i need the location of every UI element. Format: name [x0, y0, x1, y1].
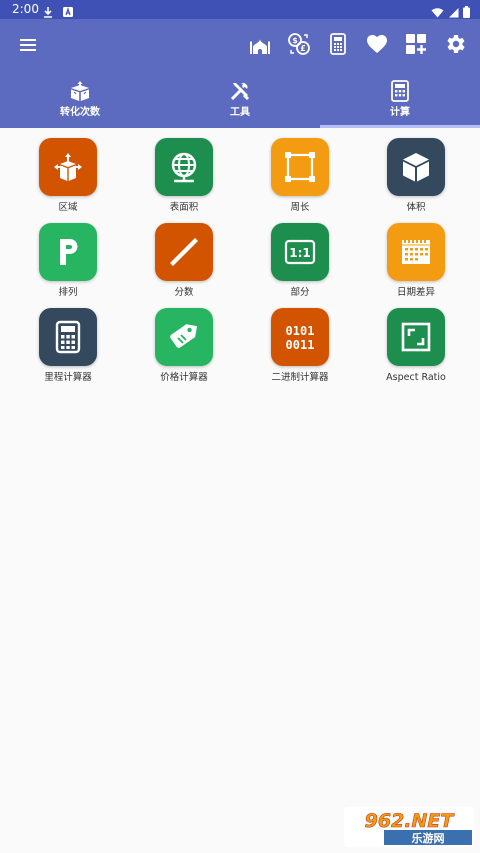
settings-button[interactable]: [442, 31, 468, 57]
tile-label: Aspect Ratio: [386, 372, 446, 383]
favorites-button[interactable]: [364, 31, 390, 57]
calendar-icon: [387, 223, 445, 281]
binary-icon: 0101 0011: [271, 308, 329, 366]
tools-icon: [228, 79, 252, 103]
tile-volume[interactable]: 体积: [358, 138, 474, 223]
watermark-logo: 962.NET 乐游网: [344, 807, 474, 847]
settings-icon: [447, 35, 465, 53]
tile-label: 分数: [174, 287, 194, 298]
menu-icon: [20, 39, 36, 51]
conversion-icon: [68, 79, 92, 103]
svg-text:£: £: [300, 44, 306, 53]
status-bar: 2:00: [0, 0, 480, 19]
tile-surface-area[interactable]: 表面积: [126, 138, 242, 223]
tile-aspect-ratio[interactable]: Aspect Ratio: [358, 308, 474, 393]
currency-button[interactable]: $ £: [286, 31, 312, 57]
aspect-ratio-icon: [387, 308, 445, 366]
tile-binary-calculator[interactable]: 0101 0011 二进制计算器: [242, 308, 358, 393]
app-bar: $ £: [0, 19, 480, 71]
watermark-text-bottom: 乐游网: [412, 831, 445, 845]
mosque-icon: [250, 39, 270, 54]
menu-button[interactable]: [14, 31, 42, 59]
currency-exchange-icon: $ £: [288, 33, 310, 55]
tab-tools[interactable]: 工具: [160, 71, 320, 128]
svg-text:1:1: 1:1: [289, 246, 311, 260]
price-tag-icon: [155, 308, 213, 366]
tile-label: 里程计算器: [44, 372, 92, 383]
tile-date-difference[interactable]: 日期差异: [358, 223, 474, 308]
tab-conversions[interactable]: 转化次数: [0, 71, 160, 128]
svg-text:$: $: [292, 36, 298, 45]
tab-bar: 转化次数 工具 计算: [0, 71, 480, 128]
tile-permutation[interactable]: 排列: [10, 223, 126, 308]
tab-label: 转化次数: [60, 107, 100, 118]
tab-label: 计算: [390, 107, 410, 118]
calculator-icon: [388, 79, 412, 103]
tile-perimeter[interactable]: 周长: [242, 138, 358, 223]
slash-icon: [155, 223, 213, 281]
tile-area[interactable]: 区域: [10, 138, 126, 223]
tile-label: 日期差异: [396, 287, 435, 298]
add-widget-button[interactable]: [403, 31, 429, 57]
tile-mileage-calculator[interactable]: 里程计算器: [10, 308, 126, 393]
tile-label: 周长: [290, 202, 310, 213]
tile-label: 价格计算器: [160, 372, 208, 383]
p-letter-icon: [39, 223, 97, 281]
tile-label: 体积: [406, 202, 426, 213]
active-tab-indicator: [320, 125, 480, 128]
tile-price-calculator[interactable]: 价格计算器: [126, 308, 242, 393]
svg-text:0011: 0011: [286, 338, 315, 352]
tab-label: 工具: [230, 107, 250, 118]
mosque-button[interactable]: [247, 31, 273, 57]
status-time: 2:00: [12, 2, 39, 16]
ratio-icon: 1:1: [271, 223, 329, 281]
calculator-icon: [330, 33, 346, 55]
tile-label: 排列: [58, 287, 78, 298]
tile-label: 表面积: [169, 202, 199, 213]
tab-calculate[interactable]: 计算: [320, 71, 480, 128]
tile-label: 区域: [58, 202, 78, 213]
area-icon: [39, 138, 97, 196]
add-widget-icon: [406, 34, 426, 54]
tile-label: 二进制计算器: [271, 372, 329, 383]
svg-text:0101: 0101: [286, 324, 315, 338]
cube-icon: [387, 138, 445, 196]
globe-icon: [155, 138, 213, 196]
tile-fraction[interactable]: 分数: [126, 223, 242, 308]
calculator-grid: 区域 表面积 周长 体积 排列 分数 1:1 部分 日期差异 里程计算器 价格计…: [0, 138, 480, 393]
heart-icon: [367, 35, 387, 53]
calculator-button[interactable]: [325, 31, 351, 57]
calculator-icon: [39, 308, 97, 366]
tile-ratio[interactable]: 1:1 部分: [242, 223, 358, 308]
watermark-text-top: 962.NET: [365, 810, 456, 832]
perimeter-icon: [271, 138, 329, 196]
tile-label: 部分: [290, 287, 310, 298]
